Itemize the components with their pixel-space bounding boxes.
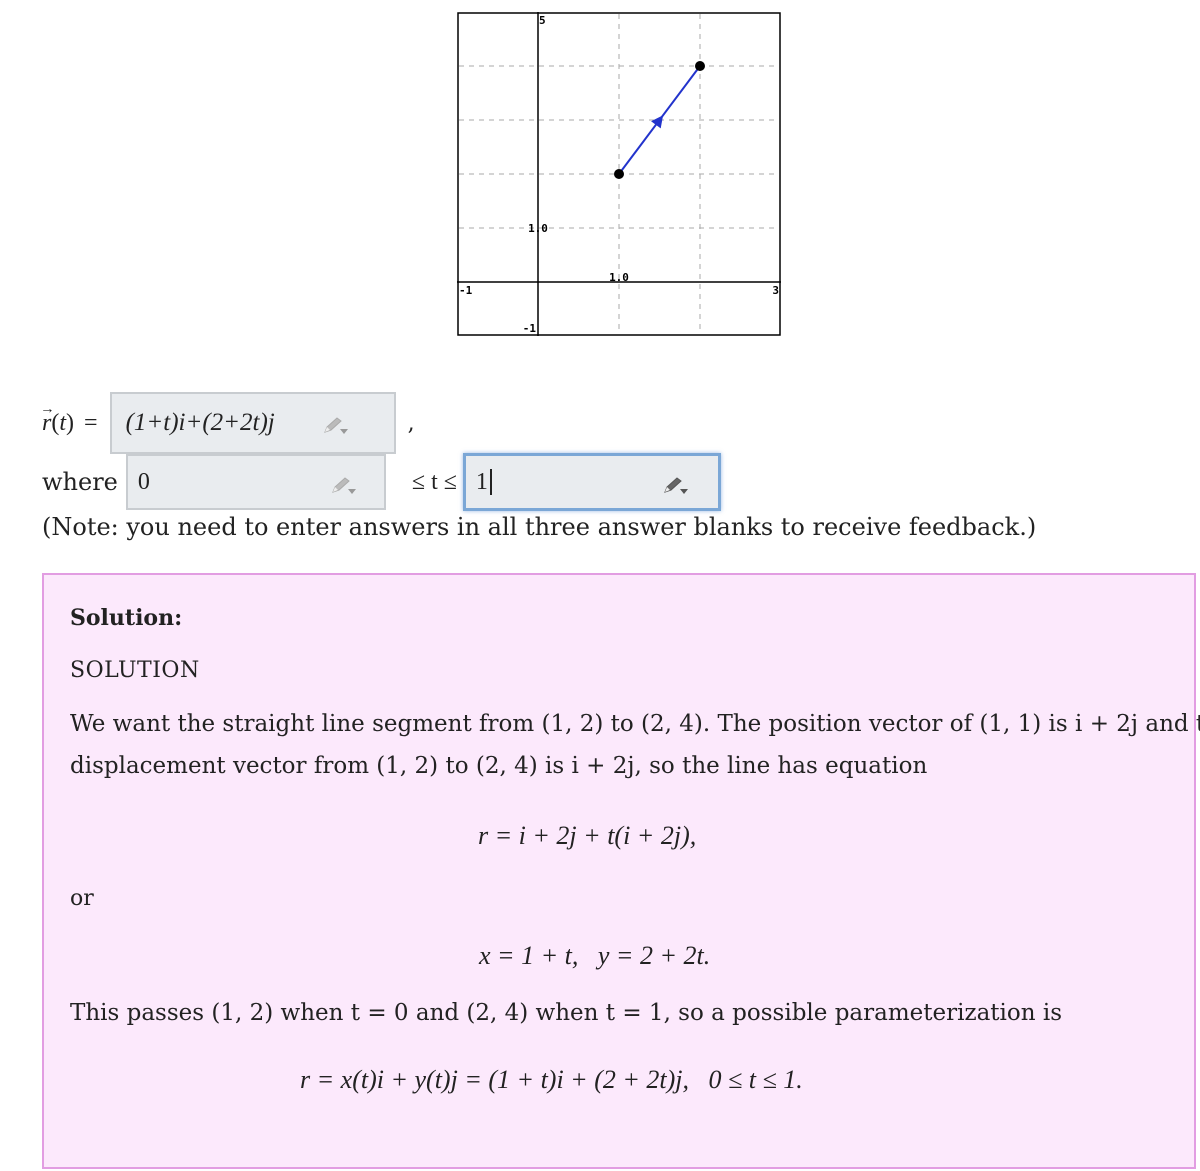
solution-paragraph-3: This passes (1, 2) when t = 0 and (2, 4)…: [70, 1000, 1063, 1026]
r-of-t-label: r(t) =: [42, 410, 98, 437]
or-label: or: [70, 886, 94, 911]
solution-panel: Solution: SOLUTION We want the straight …: [42, 573, 1200, 1169]
pencil-edit-icon[interactable]: [662, 476, 690, 496]
x-tick-label-right: 3: [772, 284, 779, 297]
where-label: where: [42, 468, 118, 496]
feedback-note: (Note: you need to enter answers in all …: [42, 513, 1037, 541]
comma-separator: ,: [407, 410, 415, 436]
lower-bound-value: 0: [137, 468, 150, 495]
equation-parametric: x = 1 + t, y = 2 + 2t.: [479, 941, 711, 970]
y-tick-label-top: 5: [539, 14, 546, 27]
pencil-edit-icon[interactable]: [330, 476, 358, 496]
solution-heading: Solution:: [70, 605, 183, 631]
text-cursor: [489, 469, 492, 495]
vector-graph: 5 1.0 -1 -1 1.0 3: [457, 12, 781, 336]
x-tick-label-mid: 1.0: [609, 271, 629, 284]
r-answer-value: (1+t)i+(2+2t)j: [125, 409, 275, 436]
graph-canvas: 5 1.0 -1 -1 1.0 3: [457, 12, 781, 336]
upper-bound-input[interactable]: 1: [462, 453, 721, 511]
pencil-edit-icon[interactable]: [322, 416, 350, 436]
y-tick-label-mid: 1.0: [528, 222, 548, 235]
lower-bound-input[interactable]: 0: [125, 454, 386, 510]
y-tick-label-bottom: -1: [523, 322, 537, 335]
equation-parameterization: r = x(t)i + y(t)j = (1 + t)i + (2 + 2t)j…: [300, 1065, 803, 1094]
equation-vector-form: r = i + 2j + t(i + 2j),: [478, 821, 697, 850]
inequality-label: ≤ t ≤: [411, 468, 457, 495]
x-tick-label-left: -1: [459, 284, 473, 297]
start-point[interactable]: [614, 169, 624, 179]
solution-paragraph-1: We want the straight line segment from (…: [70, 711, 1200, 737]
answer-row: r(t) = (1+t)i+(2+2t)j ,: [42, 392, 415, 454]
solution-paragraph-2: displacement vector from (1, 2) to (2, 4…: [70, 753, 928, 779]
upper-bound-value: 1: [475, 468, 488, 495]
range-row: where 0 ≤ t ≤ 1: [42, 453, 721, 511]
r-answer-input[interactable]: (1+t)i+(2+2t)j: [109, 392, 396, 454]
end-point[interactable]: [695, 61, 705, 71]
solution-subheading: SOLUTION: [70, 658, 200, 683]
